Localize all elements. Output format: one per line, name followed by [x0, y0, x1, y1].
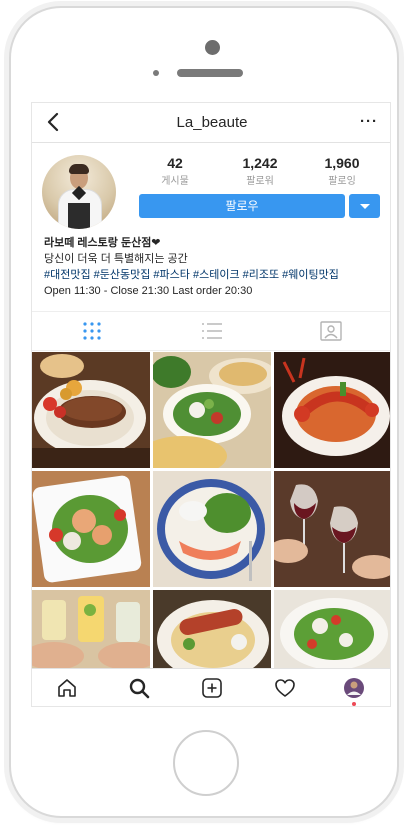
stat-followers[interactable]: 1,242 팔로워 [225, 155, 295, 187]
sensor [153, 70, 159, 76]
followers-label: 팔로워 [246, 176, 274, 187]
add-icon[interactable] [201, 677, 223, 699]
posts-count: 42 [167, 155, 183, 171]
profile-stats: 42 게시물 1,242 팔로워 1,960 팔로잉 [136, 155, 384, 191]
top-bar: La_beaute ··· [32, 103, 390, 143]
speaker [177, 69, 243, 77]
avatar[interactable] [42, 155, 116, 229]
bio-name: 라보떼 레스토랑 둔산점❤ [44, 237, 161, 249]
app-screen: La_beaute ··· 42 게시물 1,242 팔로워 1,960 팔로잉… [31, 102, 391, 707]
profile-icon[interactable] [343, 677, 365, 699]
photo-cocktails[interactable] [32, 590, 150, 668]
home-button[interactable] [173, 730, 239, 796]
bio-description: 당신이 더욱 더 특별해지는 공간 [44, 253, 188, 265]
view-tab-bar [32, 311, 390, 351]
photo-salad-pizza[interactable] [153, 352, 271, 468]
front-camera [205, 40, 220, 55]
stat-posts[interactable]: 42 게시물 [140, 155, 210, 187]
home-icon[interactable] [56, 677, 78, 699]
photo-grid [32, 352, 390, 668]
tagged-icon[interactable] [319, 320, 343, 342]
stat-following[interactable]: 1,960 팔로잉 [307, 155, 377, 187]
photo-green-salad[interactable] [274, 590, 390, 668]
followers-count: 1,242 [242, 155, 278, 171]
photo-sausage-pasta[interactable] [153, 590, 271, 668]
photo-salmon-salad[interactable] [153, 471, 271, 587]
bio-hashtags[interactable]: #대전맛집 #둔산동맛집 #파스타 #스테이크 #리조또 #웨이팅맛집 [44, 267, 386, 283]
notification-dot [352, 702, 356, 706]
photo-chicken-salad[interactable] [32, 471, 150, 587]
grid-icon[interactable] [80, 320, 104, 342]
bottom-nav [32, 668, 390, 706]
posts-label: 게시물 [161, 176, 189, 187]
search-icon[interactable] [128, 677, 150, 699]
photo-steak[interactable] [32, 352, 150, 468]
following-label: 팔로잉 [328, 176, 356, 187]
list-icon[interactable] [200, 320, 224, 342]
profile-username: La_beaute [176, 114, 248, 131]
suggestions-dropdown-button[interactable] [349, 194, 380, 218]
heart-icon[interactable] [274, 677, 296, 699]
profile-bio: 라보떼 레스토랑 둔산점❤ 당신이 더욱 더 특별해지는 공간 #대전맛집 #둔… [44, 235, 386, 299]
following-count: 1,960 [324, 155, 360, 171]
chevron-down-icon [360, 204, 370, 209]
follow-button[interactable]: 팔로우 [139, 194, 345, 218]
more-options-icon[interactable]: ··· [360, 113, 378, 130]
photo-wine-toast[interactable] [274, 471, 390, 587]
bio-hours: Open 11:30 - Close 21:30 Last order 20:3… [44, 285, 253, 297]
photo-lobster-pasta[interactable] [274, 352, 390, 468]
